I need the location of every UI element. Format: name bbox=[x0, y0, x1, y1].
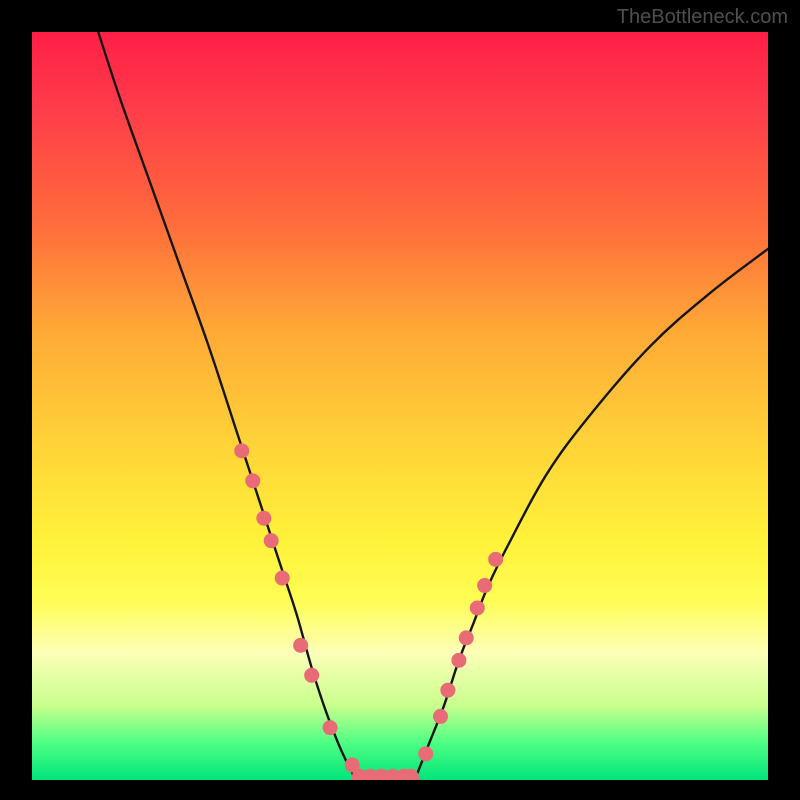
data-dot bbox=[470, 600, 485, 615]
data-dot bbox=[264, 533, 279, 548]
data-dot bbox=[245, 473, 260, 488]
data-dot bbox=[459, 630, 474, 645]
data-dot bbox=[234, 443, 249, 458]
data-dot bbox=[451, 653, 466, 668]
series-right-curve bbox=[415, 249, 768, 780]
data-dot bbox=[488, 552, 503, 567]
watermark-text: TheBottleneck.com bbox=[617, 6, 788, 29]
data-dot bbox=[433, 709, 448, 724]
series-left-curve bbox=[98, 32, 356, 780]
chart-svg bbox=[32, 32, 768, 780]
plot-area bbox=[32, 32, 768, 780]
data-dot bbox=[440, 683, 455, 698]
data-dot bbox=[418, 746, 433, 761]
data-dot bbox=[477, 578, 492, 593]
data-dot bbox=[293, 638, 308, 653]
chart-container: TheBottleneck.com bbox=[0, 0, 800, 800]
data-dot bbox=[275, 571, 290, 586]
data-dot bbox=[256, 511, 271, 526]
data-dot bbox=[323, 720, 338, 735]
data-dot bbox=[304, 668, 319, 683]
